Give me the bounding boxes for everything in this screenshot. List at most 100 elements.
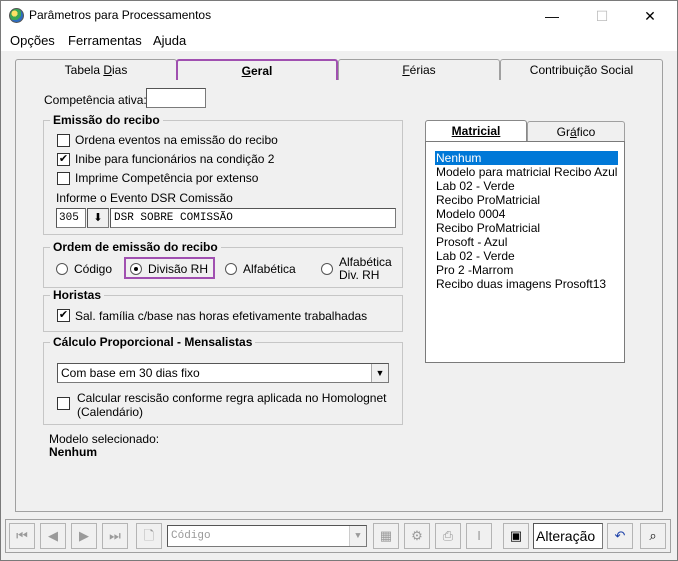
modelo-label: Modelo selecionado: xyxy=(49,432,160,446)
ordem-codigo-radio[interactable] xyxy=(56,263,68,275)
calcular-rescisao-label-2: (Calendário) xyxy=(77,405,144,419)
ordena-eventos-checkbox[interactable] xyxy=(57,134,70,147)
italic-icon: I xyxy=(477,528,481,543)
menu-bar: Opções Ferramentas Ajuda xyxy=(1,31,677,51)
maximize-button[interactable]: ☐ xyxy=(579,1,625,31)
dsr-lookup-button[interactable]: ⬇ xyxy=(87,208,109,228)
undo-button[interactable]: ↶ xyxy=(607,523,633,549)
undo-icon: ↶ xyxy=(614,528,626,543)
tab-contribuicao-social[interactable]: Contribuição Social xyxy=(500,59,663,81)
search-code-placeholder: Código xyxy=(171,530,211,542)
minimize-button[interactable]: — xyxy=(529,1,575,31)
save-button[interactable]: ▣ xyxy=(503,523,529,549)
competencia-input[interactable] xyxy=(146,88,206,108)
tab-label-accel: F xyxy=(402,63,410,77)
emissao-title: Emissão do recibo xyxy=(50,113,163,127)
calculator-icon: ▦ xyxy=(379,528,393,543)
calculo-select-value: Com base em 30 dias fixo xyxy=(61,366,200,380)
menu-ajuda[interactable]: Ajuda xyxy=(153,33,186,48)
tab-label: Tabela xyxy=(64,63,104,77)
modelo-value: Nenhum xyxy=(49,445,97,459)
search-code-combo[interactable]: Código ▼ xyxy=(167,525,367,547)
list-item[interactable]: Pro 2 -Marrom xyxy=(436,263,513,277)
last-icon: ⏭ xyxy=(109,528,121,543)
binoculars-icon: ⌕ xyxy=(649,528,657,543)
first-record-button[interactable]: ⏮ xyxy=(9,523,35,549)
list-item[interactable]: Modelo para matricial Recibo Azul xyxy=(436,165,617,179)
ordem-alfabetica-div-label-2: Div. RH xyxy=(339,268,380,282)
tab-matricial[interactable]: Matricial xyxy=(425,120,527,142)
save-icon: ▣ xyxy=(509,528,523,543)
tab-grafico-label: Gr xyxy=(556,125,570,139)
list-item[interactable]: Recibo duas imagens Prosoft13 xyxy=(436,277,606,291)
list-item[interactable]: Recibo ProMatricial xyxy=(436,193,540,207)
list-item[interactable]: Nenhum xyxy=(435,151,618,165)
ordem-title: Ordem de emissão do recibo xyxy=(50,240,221,254)
list-item[interactable]: Lab 02 - Verde xyxy=(436,249,515,263)
app-icon xyxy=(9,8,24,23)
tab-label-accel: D xyxy=(103,63,113,77)
ordem-alfabetica-label: Alfabética xyxy=(243,262,296,276)
list-item[interactable]: Lab 02 - Verde xyxy=(436,179,515,193)
title-bar: Parâmetros para Processamentos — ☐ ✕ xyxy=(1,1,677,31)
calculator-button[interactable]: ▦ xyxy=(373,523,399,549)
list-item[interactable]: Recibo ProMatricial xyxy=(436,221,540,235)
tools-button[interactable]: ⚙ xyxy=(404,523,430,549)
tab-label-accel: G xyxy=(241,64,251,78)
tab-tabela-dias[interactable]: Tabela Dias xyxy=(15,59,177,81)
tab-grafico-accel: á xyxy=(569,125,577,139)
ordem-alfabetica-radio[interactable] xyxy=(225,263,237,275)
dsr-code-input[interactable]: 305 xyxy=(56,208,86,228)
imprime-competencia-checkbox[interactable] xyxy=(57,172,70,185)
inibe-funcionarios-checkbox[interactable]: ✔ xyxy=(57,153,70,166)
print-button[interactable]: ⎙ xyxy=(435,523,461,549)
tab-label: Contribuição Social xyxy=(529,63,634,77)
tab-grafico-label: fico xyxy=(576,125,596,139)
prev-record-button[interactable]: ◀ xyxy=(40,523,66,549)
tab-geral[interactable]: Geral xyxy=(176,59,338,82)
chevron-down-icon[interactable]: ▼ xyxy=(371,364,388,382)
first-icon: ⏮ xyxy=(16,528,28,543)
calculo-select[interactable]: Com base em 30 dias fixo ▼ xyxy=(57,363,389,383)
dsr-description-field: DSR SOBRE COMISSÃO xyxy=(110,208,396,228)
edit-button[interactable]: I xyxy=(466,523,492,549)
main-window: Parâmetros para Processamentos — ☐ ✕ Opç… xyxy=(0,0,678,561)
list-item[interactable]: Prosoft - Azul xyxy=(436,235,507,249)
horistas-title: Horistas xyxy=(50,288,105,302)
gear-icon: ⚙ xyxy=(411,528,423,543)
imprime-competencia-label: Imprime Competência por extenso xyxy=(75,171,259,185)
dsr-label: Informe o Evento DSR Comissão xyxy=(56,191,233,205)
list-item[interactable]: Modelo 0004 xyxy=(436,207,505,221)
window-title: Parâmetros para Processamentos xyxy=(29,8,212,22)
download-arrow-icon: ⬇ xyxy=(93,212,103,224)
navigation-toolbar: ⏮ ◀ ▶ ⏭ 🗋 Código ▼ ▦ ⚙ ⎙ I ▣ Alteração ↶… xyxy=(5,519,671,553)
chevron-down-icon[interactable]: ▼ xyxy=(349,526,366,546)
calcular-rescisao-checkbox[interactable] xyxy=(57,397,70,410)
new-record-button[interactable]: 🗋 xyxy=(136,523,162,549)
tab-label: eral xyxy=(250,64,273,78)
status-field: Alteração xyxy=(533,523,603,549)
tab-matricial-label: Matricial xyxy=(451,124,501,138)
tab-ferias[interactable]: Férias xyxy=(338,59,500,81)
menu-opcoes[interactable]: Opções xyxy=(10,33,55,48)
tab-grafico[interactable]: Gráfico xyxy=(527,121,625,141)
ordem-divisao-radio[interactable] xyxy=(130,263,142,275)
menu-ferramentas[interactable]: Ferramentas xyxy=(68,33,142,48)
prev-icon: ◀ xyxy=(48,528,58,543)
close-button[interactable]: ✕ xyxy=(627,1,673,31)
sal-familia-checkbox[interactable]: ✔ xyxy=(57,309,70,322)
new-document-icon: 🗋 xyxy=(143,528,155,543)
competencia-label: Competência ativa: xyxy=(44,93,147,107)
ordena-eventos-label: Ordena eventos na emissão do recibo xyxy=(75,133,278,147)
calculo-title: Cálculo Proporcional - Mensalistas xyxy=(50,335,256,349)
find-button[interactable]: ⌕ xyxy=(640,523,666,549)
last-record-button[interactable]: ⏭ xyxy=(102,523,128,549)
ordem-alfabetica-div-radio[interactable] xyxy=(321,263,333,275)
modelos-list: Nenhum Modelo para matricial Recibo Azul… xyxy=(425,141,625,363)
calcular-rescisao-label-1: Calcular rescisão conforme regra aplicad… xyxy=(77,391,387,405)
sal-familia-label: Sal. família c/base nas horas efetivamen… xyxy=(75,309,368,323)
tab-label: érias xyxy=(409,63,436,77)
next-icon: ▶ xyxy=(79,528,89,543)
print-icon: ⎙ xyxy=(442,528,454,543)
next-record-button[interactable]: ▶ xyxy=(71,523,97,549)
